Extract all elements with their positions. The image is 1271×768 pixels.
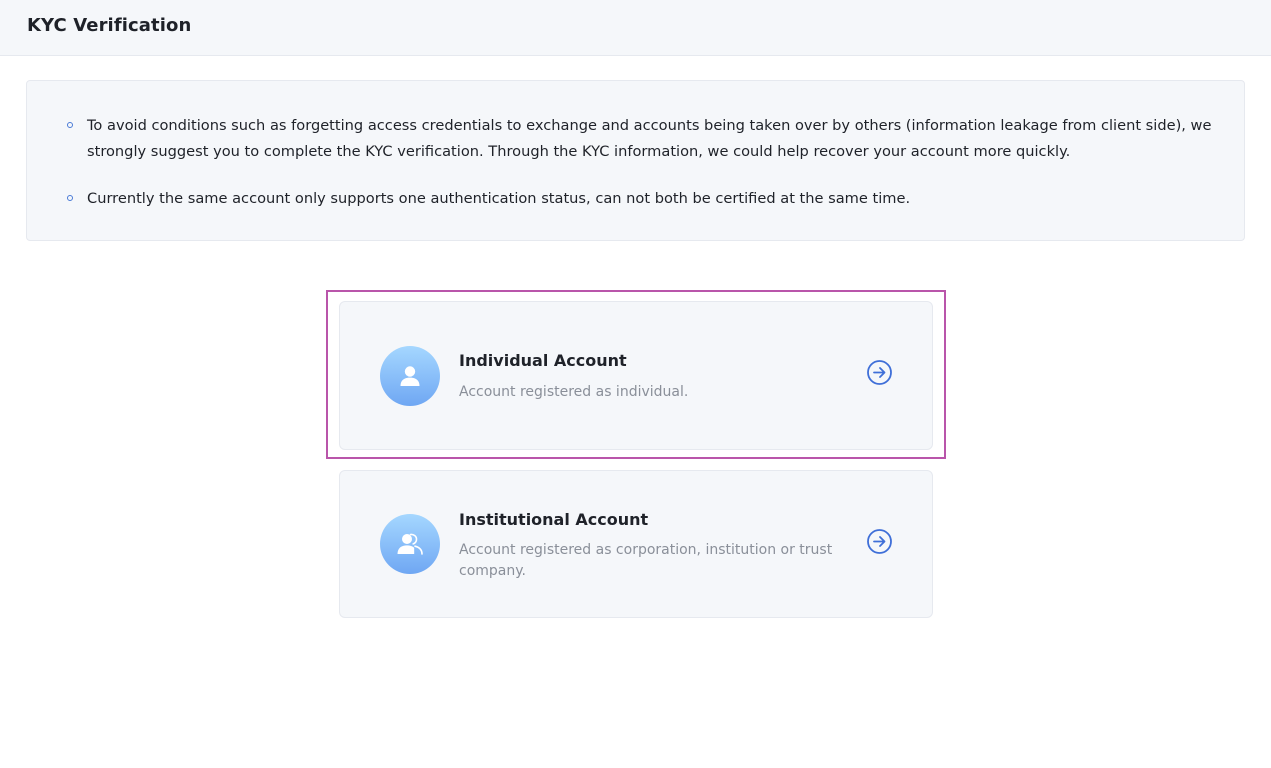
page-header: KYC Verification (0, 0, 1271, 56)
notice-item: Currently the same account only supports… (67, 186, 1217, 212)
institutional-account-card[interactable]: Institutional Account Account registered… (339, 470, 933, 618)
card-title: Individual Account (459, 351, 627, 370)
notice-text: To avoid conditions such as forgetting a… (87, 117, 1212, 160)
notice-item: To avoid conditions such as forgetting a… (67, 113, 1217, 165)
bullet-icon (67, 195, 73, 201)
notice-text: Currently the same account only supports… (87, 190, 911, 207)
person-icon (380, 346, 440, 406)
arrow-right-circle-icon[interactable] (866, 359, 893, 386)
kyc-notice-panel: To avoid conditions such as forgetting a… (26, 80, 1245, 241)
individual-account-card[interactable]: Individual Account Account registered as… (339, 301, 933, 450)
arrow-right-circle-icon[interactable] (866, 528, 893, 555)
card-description: Account registered as individual. (459, 384, 689, 400)
card-title: Institutional Account (459, 510, 649, 529)
card-description: Account registered as corporation, insti… (459, 542, 833, 579)
page-title: KYC Verification (27, 15, 192, 36)
institution-person-icon (380, 514, 440, 574)
bullet-icon (67, 122, 73, 128)
